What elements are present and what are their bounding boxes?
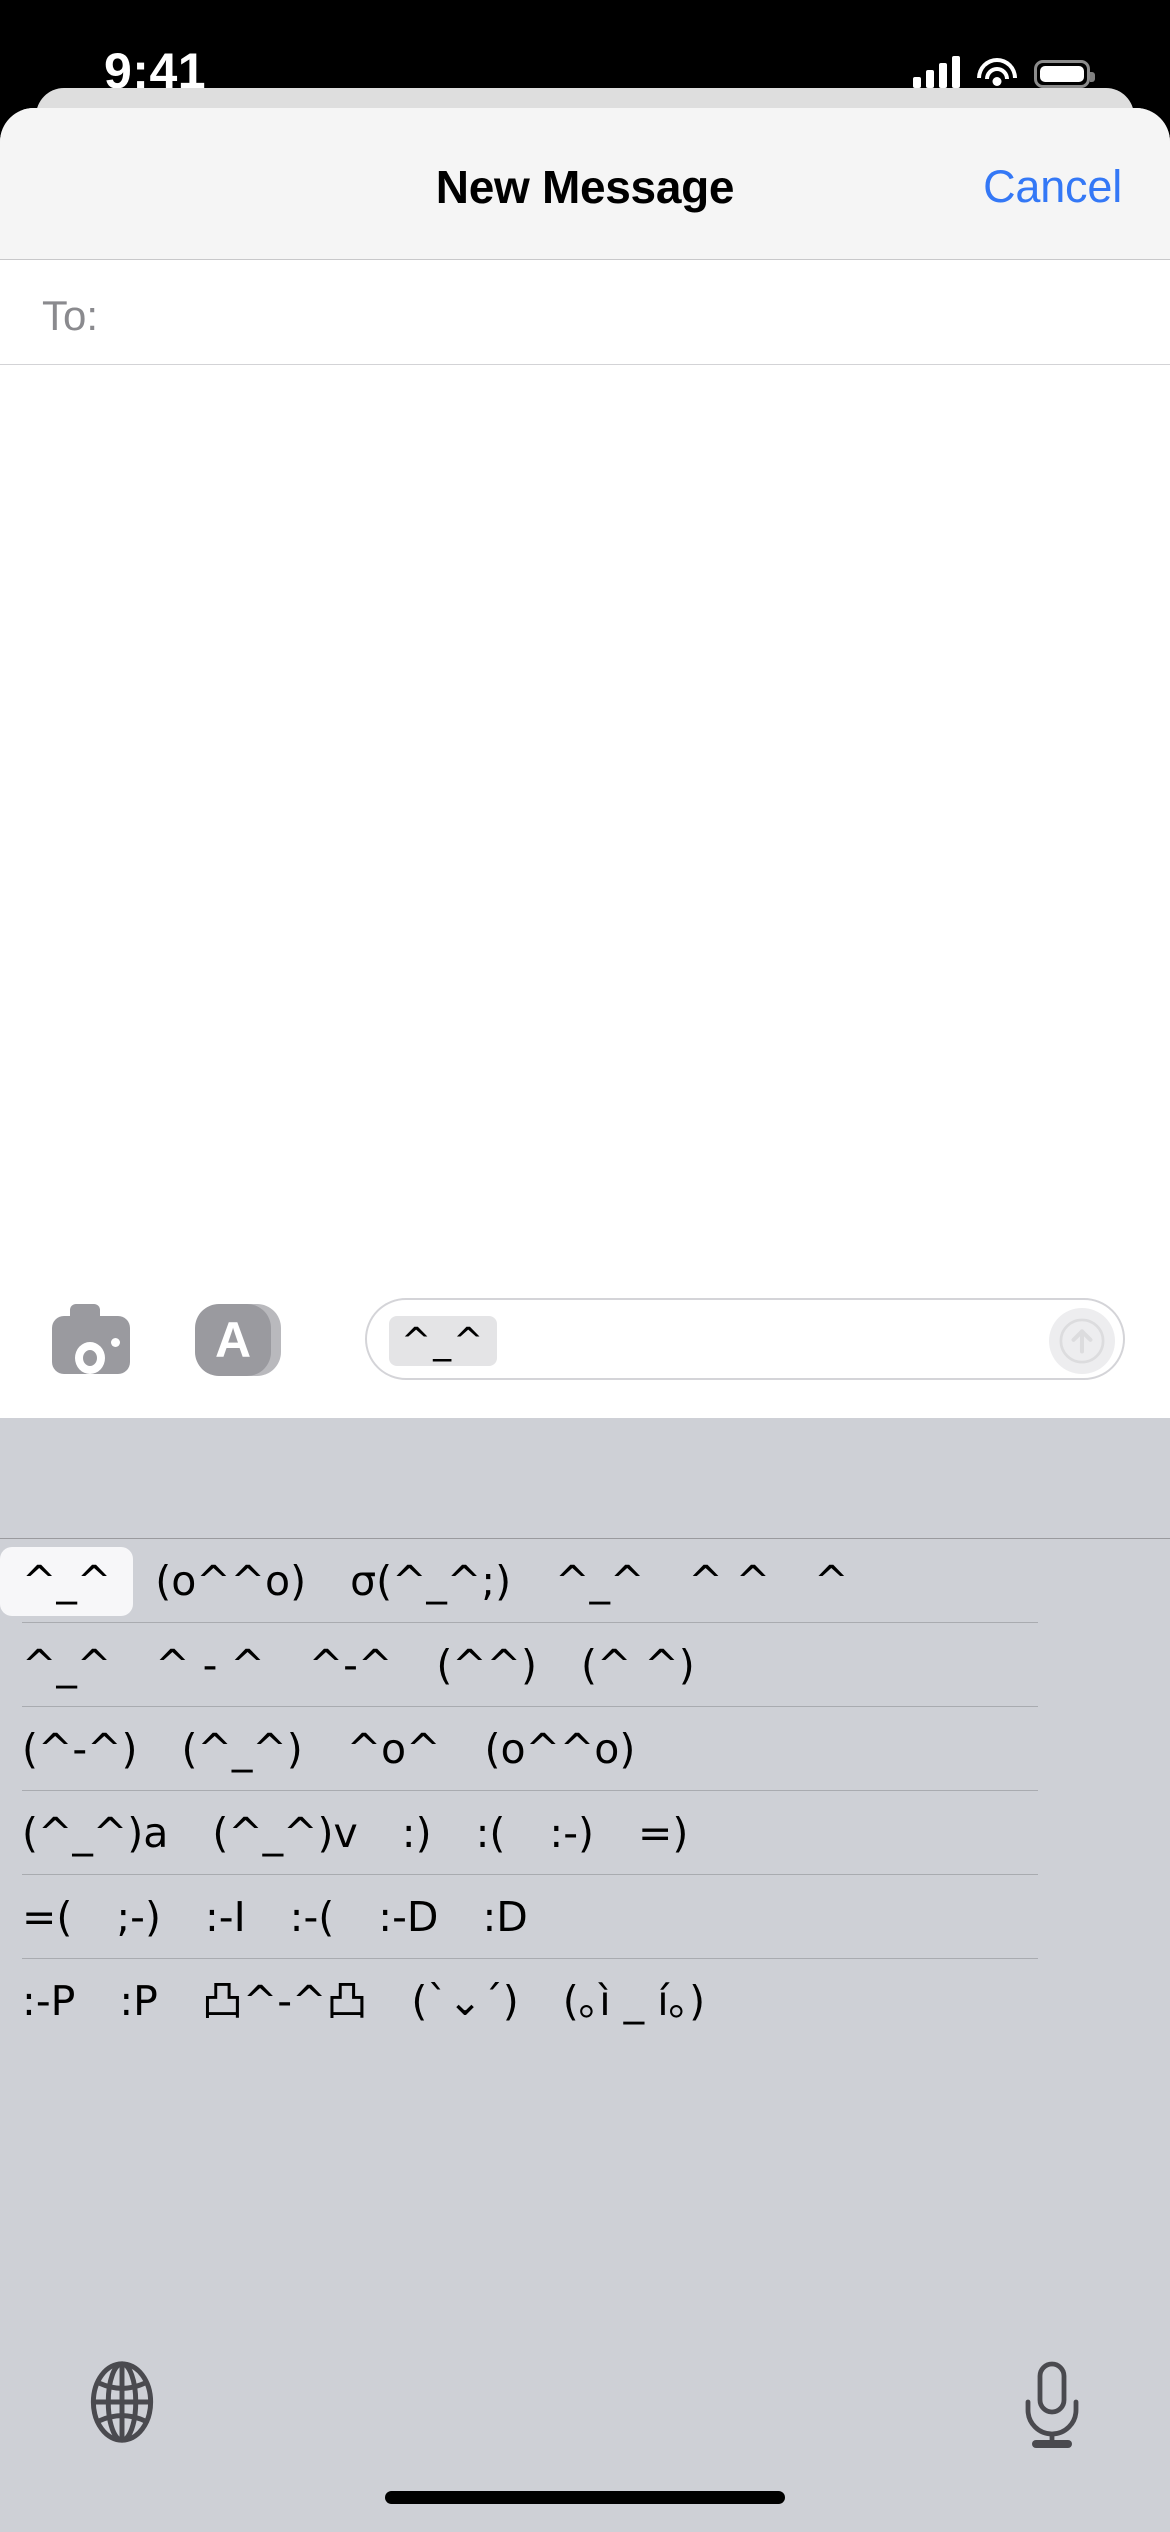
candidate-item[interactable]: (^ ^) — [559, 1631, 717, 1700]
recipient-field-row[interactable]: To: — [0, 260, 1170, 365]
candidate-row: =(;-):-I:-(:-D:D — [0, 1875, 1170, 1959]
home-indicator — [385, 2491, 785, 2504]
candidate-item[interactable]: :-I — [183, 1883, 268, 1952]
candidate-item[interactable]: (^-^) — [0, 1715, 160, 1784]
send-button[interactable] — [1049, 1308, 1115, 1374]
candidate-row: ^_^ (o^^o) σ(^_^;) ^_^ ^ ^ ^ — [0, 1539, 1170, 1623]
wifi-icon — [976, 56, 1018, 88]
candidate-item[interactable]: (o^^o) — [133, 1547, 328, 1616]
candidate-item[interactable]: :-( — [268, 1883, 357, 1952]
candidate-item[interactable]: σ(^_^;) — [328, 1547, 533, 1616]
candidate-item[interactable]: ^ ^ — [666, 1547, 792, 1616]
candidate-item[interactable]: =) — [616, 1799, 710, 1868]
candidate-item[interactable]: :( — [454, 1799, 528, 1868]
candidate-item[interactable]: (｡ì _ í｡) — [541, 1967, 727, 2036]
candidate-item[interactable]: 凸^-^凸 — [180, 1967, 390, 2036]
candidate-item[interactable]: ^_^ — [533, 1547, 666, 1616]
new-message-sheet: New Message Cancel To: A ^_^ — [0, 108, 1170, 1418]
candidate-item[interactable]: (ˋ⌄´) — [389, 1967, 540, 2036]
candidate-item[interactable]: ^ — [792, 1547, 870, 1616]
send-arrow-icon — [1059, 1318, 1105, 1364]
to-field-label: To: — [42, 292, 99, 339]
globe-icon[interactable] — [80, 2360, 164, 2444]
message-input-toolbar: A ^_^ — [0, 1260, 1170, 1418]
app-store-icon[interactable]: A — [195, 1304, 281, 1376]
candidate-item[interactable]: (^^) — [414, 1631, 559, 1700]
candidate-item[interactable]: ^-^ — [287, 1631, 415, 1700]
message-input[interactable]: ^_^ — [365, 1298, 1125, 1380]
candidate-item[interactable]: ^o^ — [325, 1715, 463, 1784]
candidate-item[interactable]: (^_^)a — [0, 1799, 190, 1868]
candidate-item[interactable]: :D — [460, 1883, 549, 1952]
candidate-item[interactable]: :P — [97, 1967, 180, 2036]
candidate-item[interactable]: :-P — [0, 1967, 97, 2036]
candidate-item[interactable]: ^ - ^ — [133, 1631, 287, 1700]
candidate-row: ^_^ ^ - ^ ^-^ (^^) (^ ^) — [0, 1623, 1170, 1707]
battery-icon — [1034, 60, 1095, 88]
globe-icon-glyph — [90, 2361, 154, 2443]
emoticon-keyboard: ^_^ (o^^o) σ(^_^;) ^_^ ^ ^ ^ ^_^ ^ - ^ ^-^ (^^) (^… — [0, 1418, 1170, 2532]
candidate-row: (^-^) (^_^) ^o^ (o^^o) — [0, 1707, 1170, 1791]
cellular-signal-icon — [913, 56, 960, 88]
candidate-item[interactable]: =( — [0, 1883, 94, 1952]
navigation-bar: New Message Cancel — [0, 108, 1170, 260]
candidate-item[interactable]: (^_^)v — [190, 1799, 379, 1868]
status-bar-indicators — [913, 48, 1095, 88]
cancel-button[interactable]: Cancel — [983, 161, 1122, 213]
candidate-item[interactable]: ^_^ — [0, 1546, 134, 1616]
candidate-row: (^_^)a (^_^)v:):(:-) =) — [0, 1791, 1170, 1875]
candidate-item[interactable]: (^_^) — [160, 1715, 325, 1784]
candidate-row: :-P:P 凸^-^凸 (ˋ⌄´) (｡ì _ í｡) — [0, 1959, 1170, 2043]
candidate-item[interactable]: ^_^ — [0, 1631, 133, 1700]
keyboard-top-spacer — [0, 1418, 1170, 1538]
candidate-item[interactable]: :-) — [527, 1799, 616, 1868]
candidate-item[interactable]: :-D — [356, 1883, 460, 1952]
candidate-list: ^_^ (o^^o) σ(^_^;) ^_^ ^ ^ ^ ^_^ ^ - ^ ^-^ (^^) (^… — [0, 1539, 1170, 2043]
iphone-screen: 9:41 New Message Cancel To: A ^_^ ^_^ (o… — [0, 0, 1170, 2532]
keyboard-utility-bar — [0, 2332, 1170, 2532]
candidate-item[interactable]: :) — [380, 1799, 454, 1868]
camera-icon[interactable] — [52, 1304, 130, 1374]
microphone-icon-glyph — [1025, 2361, 1079, 2448]
candidate-item[interactable]: ;-) — [94, 1883, 183, 1952]
marked-text: ^_^ — [389, 1316, 498, 1366]
microphone-icon[interactable] — [1014, 2360, 1090, 2450]
candidate-item[interactable]: (o^^o) — [463, 1715, 658, 1784]
